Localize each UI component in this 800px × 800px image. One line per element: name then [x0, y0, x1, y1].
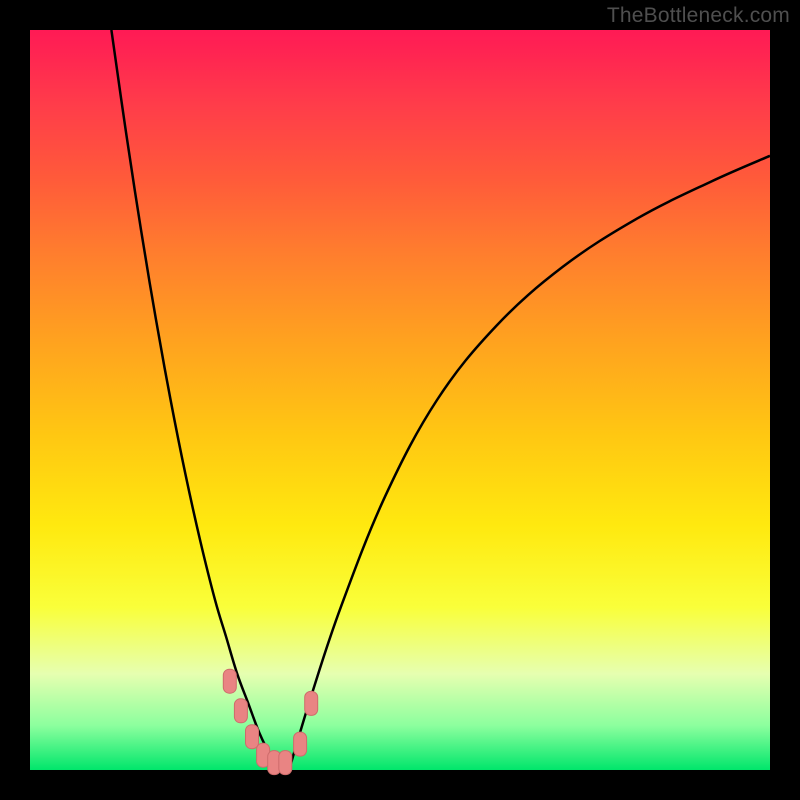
plot-area [30, 30, 770, 770]
watermark-text: TheBottleneck.com [607, 4, 790, 28]
left-branch-curve [111, 30, 281, 770]
bottleneck-marker [223, 669, 236, 693]
bottleneck-marker [305, 691, 318, 715]
bottleneck-marker [234, 699, 247, 723]
curve-layer [30, 30, 770, 770]
bottleneck-marker [279, 751, 292, 775]
chart-frame: TheBottleneck.com [0, 0, 800, 800]
right-branch-curve [289, 156, 770, 770]
bottleneck-marker [294, 732, 307, 756]
bottleneck-marker [246, 725, 259, 749]
